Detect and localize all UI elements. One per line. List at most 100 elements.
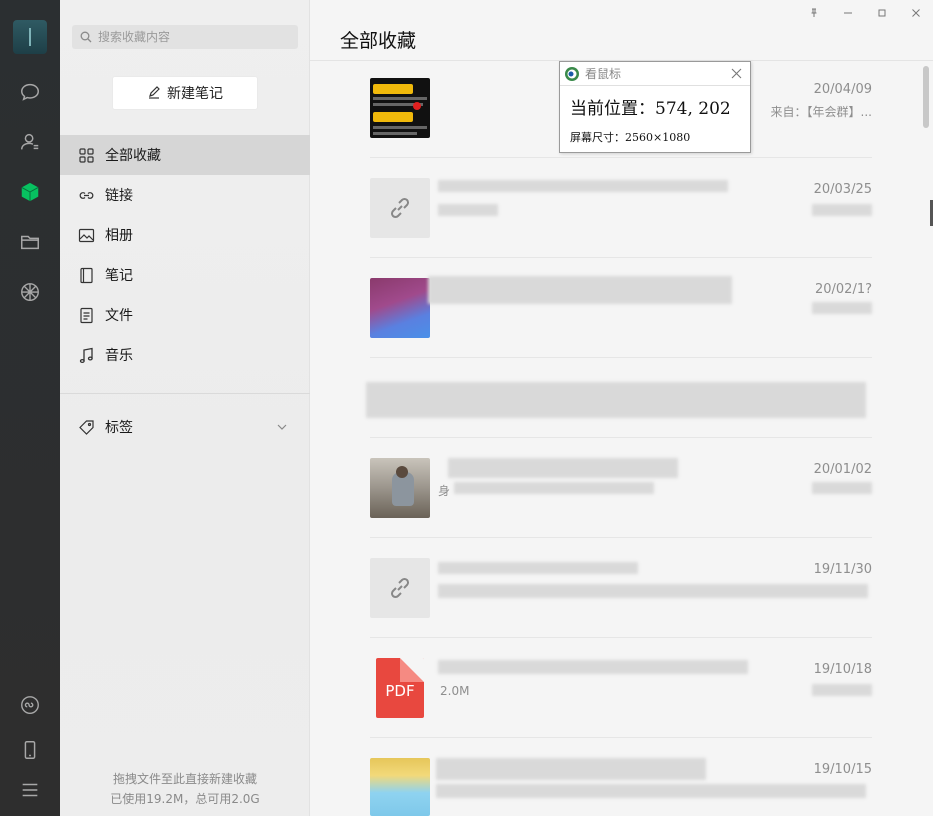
link-icon — [390, 197, 410, 219]
redacted-title — [428, 276, 732, 304]
nav-item-label: 音乐 — [105, 348, 133, 364]
redacted-source — [438, 204, 498, 216]
redacted-snippet — [454, 482, 654, 494]
nav-item-album[interactable]: 相册 — [60, 215, 310, 255]
redacted-meta — [812, 684, 872, 696]
item-date: 20/04/09 — [813, 82, 872, 97]
link-icon — [79, 191, 94, 199]
locator-header: 看鼠标 — [560, 62, 750, 86]
item-thumbnail — [370, 558, 430, 618]
menu-icon[interactable] — [18, 778, 42, 802]
storage-info: 拖拽文件至此直接新建收藏 已使用19.2M，总可用2.0G — [60, 769, 310, 809]
list-item[interactable]: PDF 2.0M 19/10/18 — [370, 638, 872, 738]
list-item[interactable]: 19/10/15 — [370, 738, 872, 816]
avatar[interactable] — [13, 20, 47, 54]
minimize-icon — [844, 12, 852, 14]
screen-size: 屏幕尺寸：2560×1080 — [570, 131, 691, 144]
list-item[interactable] — [366, 358, 872, 438]
redacted-snippet — [436, 784, 866, 798]
pin-icon — [811, 8, 817, 17]
nav-item-all[interactable]: 全部收藏 — [60, 135, 310, 175]
moments-icon[interactable] — [18, 280, 42, 304]
list-item[interactable]: 20/03/25 — [370, 158, 872, 258]
list-item[interactable]: 19/11/30 — [370, 538, 872, 638]
chevron-down-icon[interactable] — [276, 421, 288, 433]
redacted-meta — [812, 482, 872, 494]
item-thumbnail — [370, 78, 430, 138]
item-date: 19/10/18 — [813, 662, 872, 677]
nav-item-label: 笔记 — [105, 268, 133, 284]
window-controls — [797, 6, 933, 20]
folder-icon[interactable] — [18, 230, 42, 254]
redacted-text — [366, 382, 866, 418]
pen-icon — [149, 86, 160, 99]
locator-logo-icon — [565, 66, 579, 81]
phone-icon[interactable] — [18, 738, 42, 762]
new-note-label: 新建笔记 — [167, 86, 223, 102]
icon-rail — [0, 0, 60, 816]
nav-item-files[interactable]: 文件 — [60, 295, 310, 335]
list-item[interactable]: 20/02/1? — [370, 258, 872, 358]
item-thumbnail — [370, 278, 430, 338]
drag-hint: 拖拽文件至此直接新建收藏 — [112, 772, 257, 786]
redacted-title — [438, 562, 638, 574]
mouse-locator-window[interactable]: 看鼠标 当前位置：574, 202 屏幕尺寸：2560×1080 — [559, 61, 751, 153]
item-thumbnail — [370, 458, 430, 518]
search-icon — [80, 31, 92, 43]
redacted-meta — [812, 204, 872, 216]
pin-button[interactable] — [797, 6, 831, 20]
minimize-button[interactable] — [831, 6, 865, 20]
redacted-title — [436, 758, 706, 780]
note-icon — [80, 267, 93, 283]
redacted-title — [438, 180, 728, 192]
close-icon — [912, 9, 920, 17]
item-date: 19/10/15 — [813, 762, 872, 777]
close-button[interactable] — [899, 6, 933, 20]
item-date: 19/11/30 — [813, 562, 872, 577]
miniprogram-icon[interactable] — [18, 693, 42, 717]
redacted-title — [438, 660, 748, 674]
locator-title: 看鼠标 — [585, 67, 622, 81]
pdf-icon: PDF — [376, 658, 424, 718]
nav-item-label: 全部收藏 — [105, 148, 161, 164]
item-date: 20/01/02 — [813, 462, 872, 477]
tags-label: 标签 — [105, 420, 133, 436]
nav-item-notes[interactable]: 笔记 — [60, 255, 310, 295]
maximize-icon — [878, 9, 886, 17]
chat-icon[interactable] — [18, 80, 42, 104]
nav-item-music[interactable]: 音乐 — [60, 335, 310, 375]
maximize-button[interactable] — [865, 6, 899, 20]
grid-icon — [79, 147, 94, 163]
cursor-position: 当前位置：574, 202 — [570, 99, 731, 119]
item-thumbnail — [370, 758, 430, 816]
redacted-snippet — [438, 584, 868, 598]
nav-item-label: 相册 — [105, 228, 133, 244]
close-icon[interactable] — [731, 68, 742, 79]
scrollbar[interactable] — [923, 66, 929, 128]
sidebar-divider — [60, 393, 310, 394]
link-icon — [390, 577, 410, 599]
category-nav: 全部收藏 链接 相册 笔记 文件 音乐 — [60, 135, 310, 375]
contacts-icon[interactable] — [18, 130, 42, 154]
redacted-meta — [812, 302, 872, 314]
image-icon — [78, 228, 95, 242]
favorites-icon[interactable] — [18, 180, 42, 204]
item-date: 20/02/1? — [814, 282, 872, 297]
nav-item-label: 文件 — [105, 308, 133, 324]
favorites-sidebar: 新建笔记 全部收藏 链接 相册 笔记 文件 音乐 标签 — [60, 0, 310, 816]
tag-icon — [79, 419, 94, 435]
new-note-button[interactable]: 新建笔记 — [112, 76, 258, 110]
item-thumbnail — [370, 178, 430, 238]
list-item[interactable]: 身 20/01/02 — [370, 438, 872, 538]
search-input[interactable] — [98, 30, 288, 44]
storage-usage: 已使用19.2M，总可用2.0G — [110, 792, 260, 806]
item-date: 20/03/25 — [813, 182, 872, 197]
music-icon — [79, 347, 93, 363]
search-box[interactable] — [72, 25, 298, 49]
item-size: 2.0M — [440, 684, 470, 698]
tags-section[interactable]: 标签 — [60, 407, 310, 447]
pdf-badge: PDF — [385, 682, 415, 700]
file-icon — [80, 307, 93, 323]
item-source: 来自：【年会群】... — [770, 105, 872, 119]
nav-item-links[interactable]: 链接 — [60, 175, 310, 215]
